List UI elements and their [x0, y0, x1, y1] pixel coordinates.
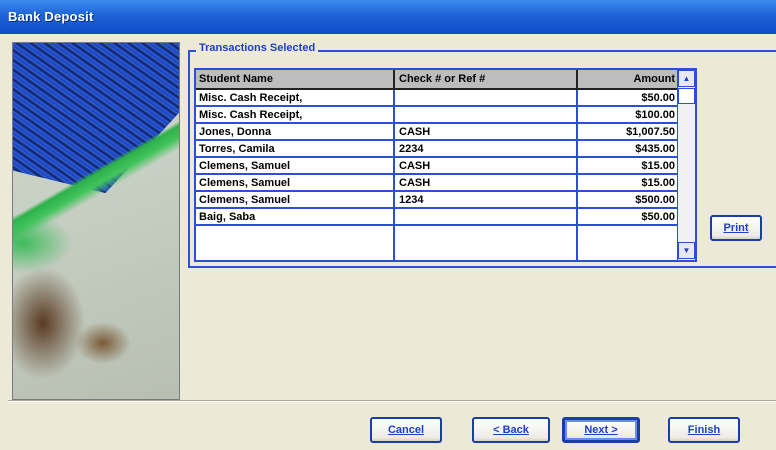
table-row[interactable]: Clemens, Samuel 1234 $500.00: [196, 192, 679, 209]
cell-student-name: Clemens, Samuel: [199, 177, 291, 189]
grid-header: Student Name Check # or Ref # Amount: [196, 70, 679, 90]
scroll-down-arrow-icon[interactable]: ▼: [678, 242, 695, 259]
bank-deposit-dialog: Bank Deposit Transactions Selected Stude…: [0, 0, 776, 450]
cell-check-ref: 1234: [399, 194, 424, 206]
wizard-side-image: [12, 42, 180, 400]
column-header-amount[interactable]: Amount: [575, 73, 675, 85]
scroll-up-arrow-icon[interactable]: ▲: [678, 70, 695, 87]
grid-body: Misc. Cash Receipt, $50.00 Misc. Cash Re…: [196, 90, 679, 226]
cell-student-name: Torres, Camila: [199, 143, 275, 155]
cell-check-ref: CASH: [399, 177, 431, 189]
grid-vertical-scrollbar[interactable]: ▲ ▼: [677, 70, 695, 260]
table-row[interactable]: Baig, Saba $50.00: [196, 209, 679, 226]
cell-amount: $100.00: [635, 109, 675, 121]
table-row[interactable]: Clemens, Samuel CASH $15.00: [196, 158, 679, 175]
column-header-student-name[interactable]: Student Name: [199, 73, 392, 85]
table-row[interactable]: Misc. Cash Receipt, $100.00: [196, 107, 679, 124]
cell-check-ref: CASH: [399, 160, 431, 172]
cell-student-name: Clemens, Samuel: [199, 194, 291, 206]
table-row[interactable]: Torres, Camila 2234 $435.00: [196, 141, 679, 158]
scroll-thumb[interactable]: [678, 88, 695, 104]
cancel-button[interactable]: Cancel: [370, 417, 442, 443]
transactions-grid[interactable]: Student Name Check # or Ref # Amount Mis…: [194, 68, 697, 262]
cell-check-ref: 2234: [399, 143, 424, 155]
transactions-groupbox-label: Transactions Selected: [196, 42, 319, 54]
cell-check-ref: CASH: [399, 126, 431, 138]
back-button[interactable]: < Back: [472, 417, 550, 443]
cell-student-name: Clemens, Samuel: [199, 160, 291, 172]
print-button[interactable]: Print: [710, 215, 762, 241]
table-row[interactable]: Misc. Cash Receipt, $50.00: [196, 90, 679, 107]
side-image-green-patch: [13, 213, 73, 273]
column-header-check-ref[interactable]: Check # or Ref #: [399, 73, 574, 85]
cell-amount: $50.00: [641, 211, 675, 223]
cell-amount: $15.00: [641, 177, 675, 189]
header-divider: [576, 70, 578, 90]
finish-button[interactable]: Finish: [668, 417, 740, 443]
cell-amount: $435.00: [635, 143, 675, 155]
cell-student-name: Jones, Donna: [199, 126, 272, 138]
cell-student-name: Misc. Cash Receipt,: [199, 92, 303, 104]
window-title: Bank Deposit: [8, 9, 94, 24]
cell-amount: $50.00: [641, 92, 675, 104]
header-divider: [393, 70, 395, 90]
next-button[interactable]: Next >: [562, 417, 640, 443]
cell-student-name: Baig, Saba: [199, 211, 256, 223]
cell-amount: $15.00: [641, 160, 675, 172]
title-bar[interactable]: Bank Deposit: [0, 0, 776, 34]
cell-amount: $500.00: [635, 194, 675, 206]
table-row[interactable]: Clemens, Samuel CASH $15.00: [196, 175, 679, 192]
cell-student-name: Misc. Cash Receipt,: [199, 109, 303, 121]
cell-amount: $1,007.50: [626, 126, 675, 138]
table-row[interactable]: Jones, Donna CASH $1,007.50: [196, 124, 679, 141]
